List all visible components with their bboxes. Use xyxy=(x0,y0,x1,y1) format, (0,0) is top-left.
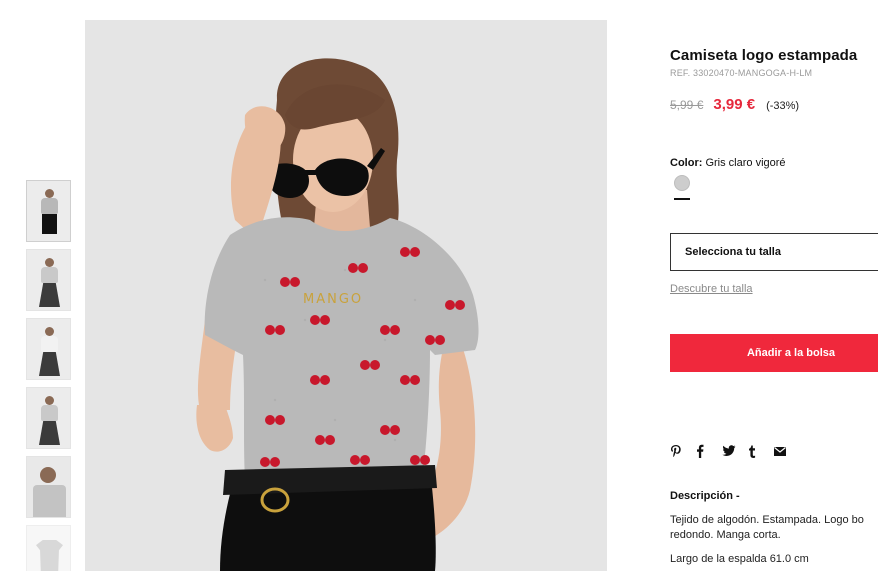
thumbnail-3[interactable] xyxy=(26,318,71,380)
back-length-measure: Largo de la espalda 61.0 cm xyxy=(670,553,809,565)
description-line-2: redondo. Manga corta. xyxy=(670,529,781,541)
thumbnail-4[interactable] xyxy=(26,387,71,449)
selected-swatch-indicator xyxy=(674,198,690,200)
facebook-icon[interactable] xyxy=(696,443,722,459)
email-icon[interactable] xyxy=(774,443,800,459)
thumbnail-2[interactable] xyxy=(26,249,71,311)
size-guide-link[interactable]: Descubre tu talla xyxy=(670,283,753,295)
twitter-icon[interactable] xyxy=(722,443,748,459)
description-text: Tejido de algodón. Estampada. Logo bo re… xyxy=(670,513,878,543)
product-title: Camiseta logo estampada xyxy=(670,47,858,64)
old-price: 5,99 € xyxy=(670,98,704,112)
color-value: Gris claro vigoré xyxy=(705,157,786,169)
shirt-logo: MANGO xyxy=(303,292,363,307)
color-swatch-grey[interactable] xyxy=(674,175,690,191)
thumbnail-6[interactable] xyxy=(26,525,71,571)
thumbnail-1[interactable] xyxy=(26,180,71,242)
price-block: 5,99 € 3,99 € (-33%) xyxy=(670,96,799,113)
thumbnail-5[interactable] xyxy=(26,456,71,518)
size-select-label: Selecciona tu talla xyxy=(685,246,781,258)
color-row: Color: Gris claro vigoré xyxy=(670,157,786,169)
description-line-1: Tejido de algodón. Estampada. Logo bo xyxy=(670,514,864,526)
description-toggle[interactable]: Descripción - xyxy=(670,490,740,502)
thumbnail-list xyxy=(26,180,71,571)
color-label: Color: xyxy=(670,157,703,169)
pinterest-icon[interactable] xyxy=(670,443,696,459)
product-info: Camiseta logo estampada REF. 33020470-MA… xyxy=(670,0,878,571)
product-page: MANGO Camiseta logo estampada REF. 33020… xyxy=(0,0,878,571)
add-to-bag-button[interactable]: Añadir a la bolsa xyxy=(670,334,878,372)
discount-badge: (-33%) xyxy=(766,100,800,112)
share-bar xyxy=(670,443,800,459)
product-main-image[interactable]: MANGO xyxy=(85,20,607,571)
sale-price: 3,99 € xyxy=(713,96,756,113)
tumblr-icon[interactable] xyxy=(748,443,774,459)
product-reference: REF. 33020470-MANGOGA-H-LM xyxy=(670,68,813,78)
size-select[interactable]: Selecciona tu talla xyxy=(670,233,878,271)
model-photo: MANGO xyxy=(85,20,607,571)
